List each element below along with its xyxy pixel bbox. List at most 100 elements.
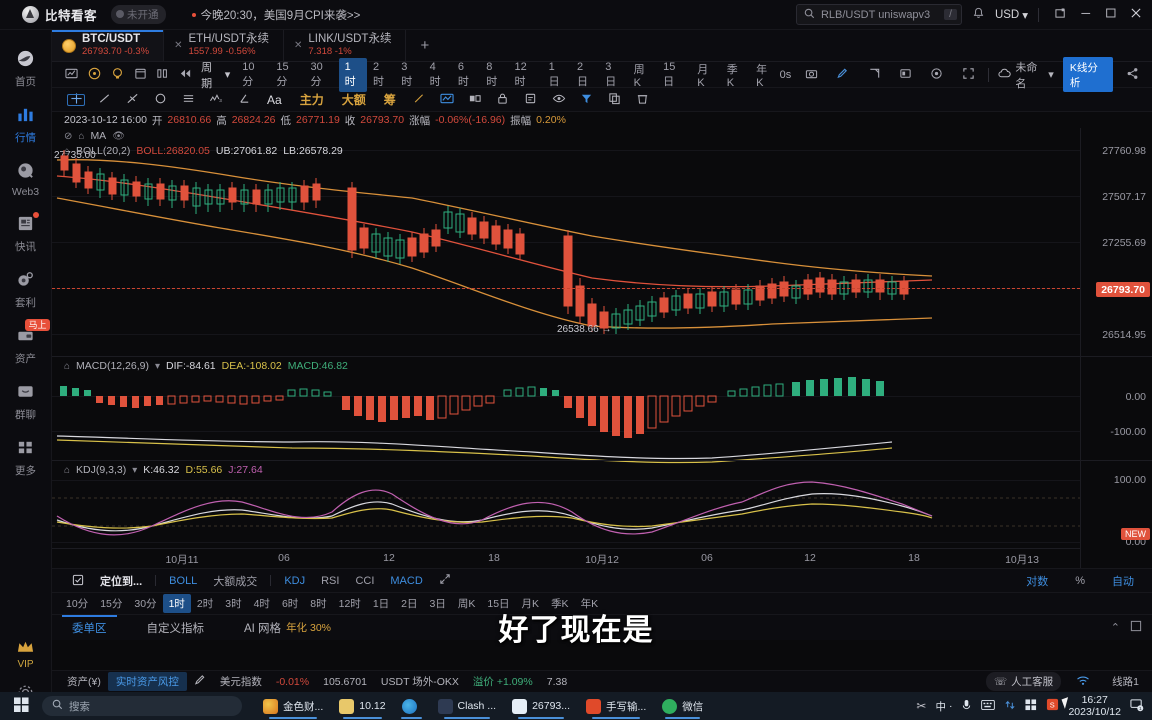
close-icon[interactable]: ✕ xyxy=(294,40,302,51)
close-icon[interactable] xyxy=(1130,7,1142,22)
news-ticker[interactable]: 今晚20:30，美国9月CPI来袭>> xyxy=(191,7,360,23)
layout-selector[interactable]: 未命名 ▾ xyxy=(998,59,1054,91)
magnet-icon[interactable] xyxy=(863,67,885,83)
compare-icon[interactable] xyxy=(151,67,174,83)
timeframe-10m[interactable]: 10分 xyxy=(236,58,270,92)
timeframe-30m[interactable]: 30分 xyxy=(305,58,339,92)
expand-icon[interactable] xyxy=(431,573,459,588)
timeframe-1h[interactable]: 1时 xyxy=(338,57,367,92)
support-button[interactable]: ☏ 人工客服 xyxy=(986,672,1062,691)
scan-icon[interactable] xyxy=(461,92,489,108)
indicator-macd[interactable]: MACD xyxy=(382,575,430,587)
wave-icon[interactable]: 3 xyxy=(202,92,230,108)
filter-icon[interactable] xyxy=(573,92,601,108)
copy-icon[interactable] xyxy=(601,92,629,108)
timeframe-month[interactable]: 月K xyxy=(691,58,720,92)
timeframe-2d[interactable]: 2日 xyxy=(571,58,599,92)
timeframe-2h[interactable]: 2时 xyxy=(367,58,395,92)
pencil-icon[interactable] xyxy=(187,674,213,689)
text-tool-button[interactable]: Aa xyxy=(258,93,291,107)
timeframe-quarter[interactable]: 季K xyxy=(721,58,750,92)
locate-icon[interactable] xyxy=(64,574,92,588)
large-order-button[interactable]: 大额 xyxy=(333,91,375,108)
sidebar-item-market[interactable]: 行情 xyxy=(0,96,52,152)
kdj-legend[interactable]: ⌂ KDJ(9,3,3) ▾ K:46.32 D:55.66 J:27.64 xyxy=(64,464,263,476)
taskbar-app-notes[interactable]: 10.12 xyxy=(332,697,392,719)
sogou-tray-icon[interactable]: S xyxy=(1046,698,1059,714)
indicator-boll[interactable]: BOLL xyxy=(161,575,205,587)
windows-icon[interactable] xyxy=(0,697,42,715)
indicator-rsi[interactable]: RSI xyxy=(313,575,347,587)
taskbar-app-handwriting[interactable]: 手写输... xyxy=(579,697,653,719)
period-dropdown[interactable]: 周期 ▾ xyxy=(201,59,230,91)
trash-icon[interactable] xyxy=(629,92,657,108)
taskbar-search-input[interactable]: 搜索 xyxy=(42,696,242,716)
boll-legend[interactable]: ⌂ BOLL(20,2) BOLL:26820.05 UB:27061.82 L… xyxy=(64,145,343,157)
taskbar-app-wechat[interactable]: 微信 xyxy=(655,697,710,719)
price-pane[interactable]: 27735.00 26538.66 → xyxy=(52,128,1080,360)
pair-tab-link[interactable]: ✕ LINK/USDT永续 7.318 -1% xyxy=(284,30,407,61)
chevron-down-icon[interactable]: ▾ xyxy=(155,361,160,372)
timeframe-1d[interactable]: 1日 xyxy=(543,58,571,92)
search-input[interactable]: RLB/USDT uniswapv3 / xyxy=(795,4,962,25)
rewind-icon[interactable] xyxy=(174,67,197,83)
horizontal-lines-icon[interactable] xyxy=(174,92,202,108)
pin-icon[interactable] xyxy=(405,92,433,108)
mic-icon[interactable] xyxy=(961,699,972,714)
measure-icon[interactable] xyxy=(894,67,916,83)
fullscreen-icon[interactable] xyxy=(957,67,979,83)
camera-icon[interactable] xyxy=(800,67,822,83)
timeframe-4h[interactable]: 4时 xyxy=(424,58,452,92)
sidebar-item-arbitrage[interactable]: 套利 xyxy=(0,261,52,317)
macd-legend[interactable]: ⌂ MACD(12,26,9) ▾ DIF:-84.61 DEA:-108.02… xyxy=(64,360,348,372)
ma-legend[interactable]: ⊘ ⌂ MA 👁 xyxy=(64,130,125,142)
angle-icon[interactable] xyxy=(230,92,258,108)
log-scale-button[interactable]: 对数 xyxy=(1018,573,1056,589)
ray-icon[interactable] xyxy=(118,92,146,108)
bulb-icon[interactable] xyxy=(106,67,129,83)
taskbar-clock[interactable]: 16:27 2023/10/12 xyxy=(1068,694,1121,718)
trendline-icon[interactable] xyxy=(90,92,118,108)
pencil-icon[interactable] xyxy=(832,67,854,83)
time-axis[interactable]: 10月11 06 12 18 10月12 06 12 18 10月13 xyxy=(52,548,1080,568)
snipaste-icon[interactable]: ✂ xyxy=(916,699,926,713)
currency-selector[interactable]: USD ▾ xyxy=(995,8,1028,22)
updown-icon[interactable] xyxy=(1004,699,1016,714)
locate-button[interactable]: 定位到... xyxy=(92,573,150,589)
line-label[interactable]: 线路1 xyxy=(1105,674,1146,689)
auto-scale-button[interactable]: 自动 xyxy=(1104,573,1142,589)
taskbar-app-bitkanke[interactable]: 26793... xyxy=(505,697,577,719)
chips-button[interactable]: 筹 xyxy=(375,91,405,108)
close-icon[interactable]: ✕ xyxy=(174,40,182,51)
indicator-kdj[interactable]: KDJ xyxy=(276,575,313,587)
chart-type-icon[interactable] xyxy=(60,67,83,83)
taskbar-app-clash[interactable]: Clash ... xyxy=(431,697,504,719)
share-icon[interactable] xyxy=(1122,67,1144,83)
minimize-icon[interactable] xyxy=(1080,7,1092,22)
timeframe-6h[interactable]: 6时 xyxy=(452,58,480,92)
macd-pane[interactable] xyxy=(52,376,1080,468)
ime-indicator[interactable]: 中 · xyxy=(935,699,952,714)
grid-icon[interactable] xyxy=(1025,698,1037,714)
circle-icon[interactable] xyxy=(146,92,174,108)
timeframe-3d[interactable]: 3日 xyxy=(599,58,627,92)
calendar-icon[interactable] xyxy=(129,67,152,83)
timeframe-15m[interactable]: 15分 xyxy=(270,58,304,92)
bell-icon[interactable] xyxy=(972,7,985,23)
sidebar-item-news[interactable]: 快讯 xyxy=(0,205,52,261)
sidebar-item-home[interactable]: 首页 xyxy=(0,40,52,96)
add-tab-button[interactable]: + xyxy=(406,30,443,61)
sidebar-item-web3[interactable]: Web3 xyxy=(0,152,52,205)
timeframe-15d[interactable]: 15日 xyxy=(657,58,691,92)
timeframe-8h[interactable]: 8时 xyxy=(480,58,508,92)
kline-analysis-button[interactable]: K线分析 xyxy=(1062,57,1113,92)
taskbar-app-jinse[interactable]: 金色财... xyxy=(256,697,330,719)
main-force-button[interactable]: 主力 xyxy=(291,91,333,108)
notification-icon[interactable]: 1 xyxy=(1130,698,1144,715)
timeframe-3h[interactable]: 3时 xyxy=(395,58,423,92)
pair-tab-btc[interactable]: BTC/USDT 26793.70 -0.3% xyxy=(52,30,165,61)
timeframe-week[interactable]: 周K xyxy=(628,58,657,92)
timeframe-year[interactable]: 年K xyxy=(750,58,779,92)
kdj-pane[interactable] xyxy=(52,480,1080,546)
indicator-large-trade[interactable]: 大额成交 xyxy=(205,573,265,589)
